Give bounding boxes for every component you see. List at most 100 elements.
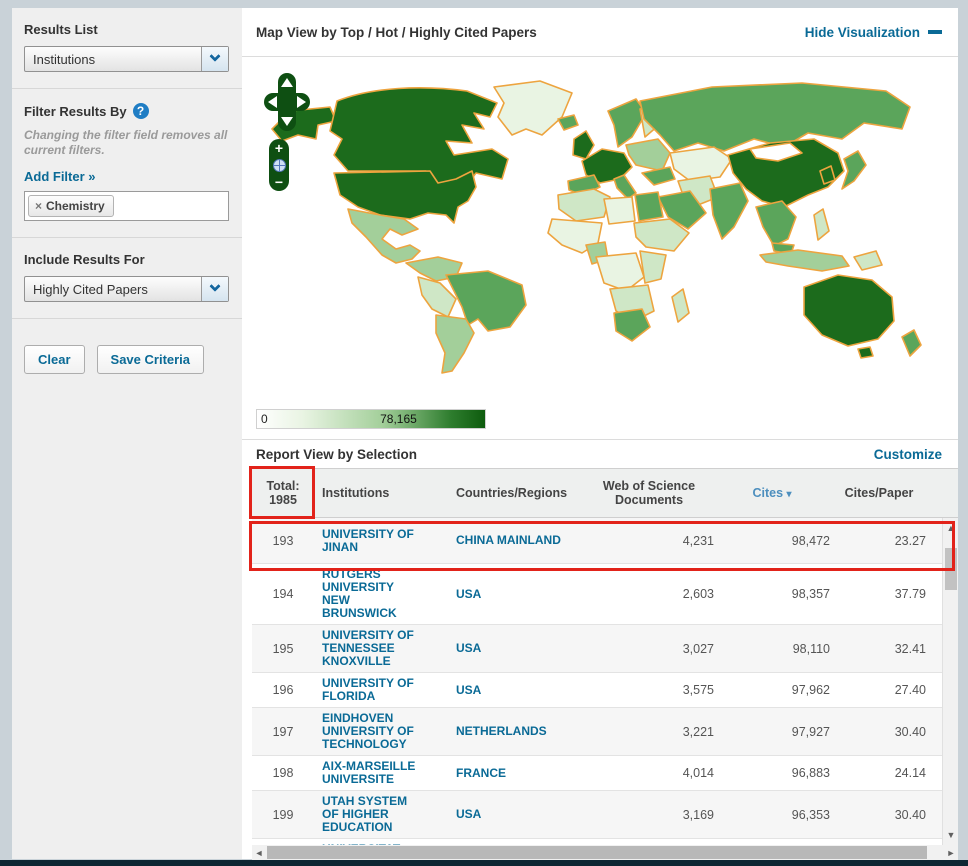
map-view-header: Map View by Top / Hot / Highly Cited Pap…	[242, 8, 958, 57]
table-row[interactable]: 199 UTAH SYSTEM OF HIGHER EDUCATION USA …	[252, 791, 942, 839]
rank-cell: 197	[272, 724, 294, 739]
table-row[interactable]: 195 UNIVERSITY OF TENNESSEE KNOXVILLE US…	[252, 625, 942, 673]
cites-per-paper-cell: 32.41	[894, 641, 926, 656]
scroll-right-icon[interactable]: ►	[944, 845, 958, 860]
rank-cell: 195	[272, 641, 294, 656]
report-view-title: Report View by Selection	[256, 446, 418, 462]
filter-tag-label: Chemistry	[46, 199, 105, 213]
pan-up-icon[interactable]	[281, 78, 293, 87]
cites-cell: 98,110	[792, 641, 830, 656]
cites-per-paper-cell: 37.79	[894, 587, 926, 601]
column-header-cites-per-paper: Cites/Paper	[844, 486, 914, 500]
chevron-down-icon	[209, 280, 221, 292]
institution-link[interactable]: UTAH SYSTEM OF HIGHER EDUCATION	[314, 795, 456, 834]
sidebar-buttons: Clear Save Criteria	[12, 319, 242, 374]
cites-cell: 96,883	[791, 766, 830, 780]
institution-link[interactable]: RUTGERS UNIVERSITY NEW BRUNSWICK	[314, 568, 456, 620]
scroll-left-icon[interactable]: ◄	[252, 845, 266, 860]
institution-link[interactable]: UNIVERSITY OF JINAN	[314, 527, 456, 554]
filter-note: Changing the filter field removes all cu…	[24, 128, 228, 157]
cites-per-paper-cell: 30.40	[894, 724, 926, 739]
cites-cell: 96,353	[791, 807, 830, 822]
zoom-in-button[interactable]: +	[275, 141, 283, 155]
documents-cell: 3,575	[682, 683, 714, 697]
results-list-heading: Results List	[24, 22, 98, 37]
table-row[interactable]: 198 AIX-MARSEILLE UNIVERSITE FRANCE 4,01…	[252, 756, 942, 791]
rank-cell: 193	[272, 533, 294, 548]
table-row[interactable]: 194 RUTGERS UNIVERSITY NEW BRUNSWICK USA…	[252, 564, 942, 625]
column-header-cites-sort[interactable]: Cites ▾	[714, 486, 832, 500]
include-results-dropdown-button[interactable]	[201, 277, 228, 301]
scroll-up-icon[interactable]: ▲	[943, 520, 958, 536]
documents-cell: 2,603	[682, 587, 714, 601]
add-filter-link[interactable]: Add Filter »	[24, 169, 96, 184]
globe-icon[interactable]	[272, 158, 286, 172]
country-link[interactable]: USA	[456, 683, 584, 697]
include-section: Include Results For Highly Cited Papers	[12, 238, 242, 318]
rank-cell: 198	[272, 766, 294, 780]
documents-cell: 3,169	[682, 807, 714, 822]
horizontal-scroll-thumb[interactable]	[267, 846, 927, 859]
zoom-out-button[interactable]: −	[275, 175, 283, 189]
clear-button[interactable]: Clear	[24, 345, 85, 374]
sort-desc-icon: ▾	[786, 489, 792, 500]
cites-cell: 98,472	[791, 533, 830, 548]
country-link[interactable]: USA	[456, 642, 584, 655]
country-link[interactable]: CHINA MAINLAND	[456, 534, 584, 547]
world-choropleth-map[interactable]	[242, 59, 958, 409]
institution-link[interactable]: UNIVERSITY OF FLORIDA	[314, 677, 456, 703]
table-row[interactable]: 197 EINDHOVEN UNIVERSITY OF TECHNOLOGY N…	[252, 708, 942, 756]
map-visualization: + − 0 78,165	[242, 57, 958, 440]
map-pan-control[interactable]	[264, 73, 310, 131]
rank-cell: 199	[272, 807, 294, 822]
results-list-section: Results List Institutions	[12, 8, 242, 89]
pan-down-icon[interactable]	[281, 117, 293, 126]
cites-per-paper-cell: 23.27	[894, 533, 926, 548]
institution-link[interactable]: AIX-MARSEILLE UNIVERSITE	[314, 760, 456, 786]
app-window: Results List Institutions Filter Results…	[12, 8, 958, 860]
country-link[interactable]: FRANCE	[456, 766, 584, 780]
country-link[interactable]: NETHERLANDS	[456, 725, 584, 738]
table-row[interactable]: 193 UNIVERSITY OF JINAN CHINA MAINLAND 4…	[252, 518, 942, 564]
country-link[interactable]: USA	[456, 808, 584, 821]
pan-right-icon[interactable]	[297, 96, 306, 108]
column-header-institutions: Institutions	[322, 486, 390, 500]
help-icon[interactable]: ?	[132, 103, 149, 119]
country-link[interactable]: USA	[456, 587, 584, 601]
results-table: Total: 1985 Institutions Countries/Regio…	[252, 468, 958, 845]
column-header-documents: Web of Science Documents	[602, 479, 696, 507]
documents-cell: 4,014	[682, 766, 714, 780]
cites-cell: 98,357	[791, 587, 830, 601]
legend-max: 78,165	[380, 412, 417, 426]
table-row[interactable]: 196 UNIVERSITY OF FLORIDA USA 3,575 97,9…	[252, 673, 942, 708]
filter-tags-box[interactable]: × Chemistry	[24, 191, 229, 221]
include-results-value: Highly Cited Papers	[33, 281, 148, 297]
filter-tag-chemistry[interactable]: × Chemistry	[28, 195, 114, 217]
vertical-scroll-thumb[interactable]	[945, 548, 957, 590]
institution-link[interactable]: EINDHOVEN UNIVERSITY OF TECHNOLOGY	[314, 712, 456, 751]
vertical-scrollbar[interactable]: ▲ ▼	[942, 518, 958, 845]
map-zoom-control[interactable]: + −	[269, 139, 289, 191]
cites-per-paper-cell: 27.40	[894, 683, 926, 697]
cites-cell: 97,927	[791, 724, 830, 739]
documents-cell: 3,221	[682, 724, 714, 739]
include-results-select[interactable]: Highly Cited Papers	[24, 276, 229, 302]
save-criteria-button[interactable]: Save Criteria	[96, 345, 205, 374]
pan-left-icon[interactable]	[268, 96, 277, 108]
institution-link[interactable]: UNIVERSITY OF TENNESSEE KNOXVILLE	[314, 629, 456, 668]
map-color-legend: 0 78,165	[256, 409, 486, 429]
cites-cell: 97,962	[791, 683, 830, 697]
report-view-header: Report View by Selection Customize	[242, 440, 958, 468]
results-list-dropdown-button[interactable]	[201, 47, 228, 71]
customize-link[interactable]: Customize	[874, 447, 942, 462]
window-bottom-edge	[0, 860, 968, 866]
cites-per-paper-cell: 30.40	[894, 807, 926, 822]
hide-visualization-link[interactable]: Hide Visualization	[805, 25, 942, 40]
remove-tag-icon[interactable]: ×	[35, 199, 42, 213]
scroll-down-icon[interactable]: ▼	[943, 827, 958, 843]
horizontal-scrollbar[interactable]: ◄ ►	[252, 845, 958, 860]
legend-min: 0	[261, 412, 268, 426]
table-body-viewport: 193 UNIVERSITY OF JINAN CHINA MAINLAND 4…	[252, 518, 958, 845]
results-list-select[interactable]: Institutions	[24, 46, 229, 72]
documents-cell: 3,027	[682, 641, 714, 656]
